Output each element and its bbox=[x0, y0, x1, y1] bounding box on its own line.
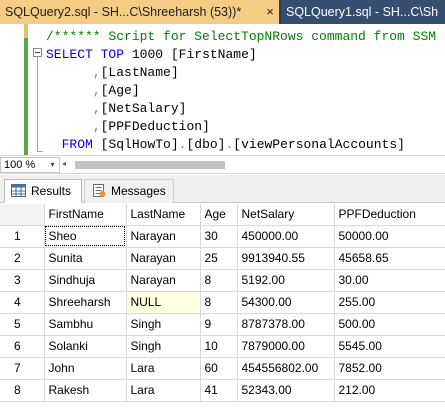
code-line-lastname: ,[LastName] bbox=[92, 65, 179, 80]
table-row[interactable]: 5 Sambhu Singh 9 8787378.00 500.00 bbox=[0, 313, 445, 336]
messages-icon bbox=[93, 184, 106, 197]
tab-label: SQLQuery1.sql - SH...C\Sh bbox=[286, 5, 439, 19]
column-header[interactable]: FirstName bbox=[44, 204, 127, 226]
row-number[interactable]: 6 bbox=[0, 335, 45, 358]
row-number[interactable]: 3 bbox=[0, 269, 45, 292]
table-cell[interactable]: 5192.00 bbox=[237, 269, 335, 292]
table-cell[interactable]: Sindhuja bbox=[44, 269, 127, 292]
table-cell[interactable]: Narayan bbox=[126, 225, 201, 248]
table-cell[interactable]: Sheo bbox=[44, 225, 127, 248]
table-row[interactable]: 7 John Lara 60 454556802.00 7852.00 bbox=[0, 357, 445, 380]
table-cell[interactable]: 10 bbox=[200, 335, 238, 358]
table-cell[interactable]: 9 bbox=[200, 313, 238, 336]
table-cell[interactable]: 8787378.00 bbox=[237, 313, 335, 336]
table-cell[interactable]: Singh bbox=[126, 335, 201, 358]
table-cell[interactable]: 500.00 bbox=[334, 313, 445, 336]
table-cell[interactable]: 41 bbox=[200, 379, 238, 402]
close-icon[interactable]: × bbox=[263, 0, 277, 24]
row-number[interactable]: 7 bbox=[0, 357, 45, 380]
table-row[interactable]: 2 Sunita Narayan 25 9913940.55 45658.65 bbox=[0, 247, 445, 270]
table-cell[interactable]: Sambhu bbox=[44, 313, 127, 336]
table-cell[interactable]: 30.00 bbox=[334, 269, 445, 292]
grid-header-row: FirstName LastName Age NetSalary PPFDedu… bbox=[0, 204, 445, 226]
zoom-value: 100 % bbox=[4, 159, 36, 171]
table-cell[interactable]: Narayan bbox=[126, 269, 201, 292]
tab-results-label: Results bbox=[31, 184, 72, 198]
code-line-netsalary: ,[NetSalary] bbox=[92, 101, 187, 116]
results-grid[interactable]: FirstName LastName Age NetSalary PPFDedu… bbox=[0, 204, 445, 402]
saved-change-marker bbox=[24, 38, 28, 155]
tab-label: SQLQuery2.sql - SH...C\Shreeharsh (53))* bbox=[5, 5, 242, 19]
outline-end bbox=[37, 151, 43, 152]
tab-sqlquery1[interactable]: SQLQuery1.sql - SH...C\Sh bbox=[281, 0, 445, 24]
table-cell[interactable]: 30 bbox=[200, 225, 238, 248]
code-line-age: ,[Age] bbox=[92, 83, 140, 98]
row-number[interactable]: 4 bbox=[0, 291, 45, 314]
column-header[interactable]: NetSalary bbox=[237, 204, 335, 226]
table-cell[interactable]: 454556802.00 bbox=[237, 357, 335, 380]
query-editor[interactable]: /****** Script for SelectTopNRows comman… bbox=[0, 24, 445, 156]
null-cell[interactable]: NULL bbox=[126, 291, 201, 314]
table-cell[interactable]: Singh bbox=[126, 313, 201, 336]
horizontal-scrollbar-thumb[interactable] bbox=[75, 161, 225, 169]
table-cell[interactable]: 25 bbox=[200, 247, 238, 270]
table-cell[interactable]: 60 bbox=[200, 357, 238, 380]
table-cell[interactable]: 9913940.55 bbox=[237, 247, 335, 270]
table-cell[interactable]: 212.00 bbox=[334, 379, 445, 402]
table-cell[interactable]: 52343.00 bbox=[237, 379, 335, 402]
tab-results[interactable]: Results bbox=[4, 179, 82, 203]
table-cell[interactable]: Sunita bbox=[44, 247, 127, 270]
zoom-select[interactable]: 100 % ▾ bbox=[0, 157, 60, 173]
scroll-left-icon[interactable]: ◂ bbox=[62, 159, 66, 168]
table-cell[interactable]: Lara bbox=[126, 379, 201, 402]
code-line-comment: /****** Script for SelectTopNRows comman… bbox=[46, 29, 437, 44]
table-cell[interactable]: Rakesh bbox=[44, 379, 127, 402]
table-row[interactable]: 3 Sindhuja Narayan 8 5192.00 30.00 bbox=[0, 269, 445, 292]
table-cell[interactable]: Narayan bbox=[126, 247, 201, 270]
table-row[interactable]: 4 Shreeharsh NULL 8 54300.00 255.00 bbox=[0, 291, 445, 314]
grid-corner[interactable] bbox=[0, 204, 45, 226]
results-panel: Results Messages FirstName LastName Age … bbox=[0, 175, 445, 415]
row-number[interactable]: 5 bbox=[0, 313, 45, 336]
editor-tab-strip: SQLQuery2.sql - SH...C\Shreeharsh (53))*… bbox=[0, 0, 445, 24]
results-tab-bar: Results Messages bbox=[0, 175, 445, 203]
table-cell[interactable]: 8 bbox=[200, 291, 238, 314]
collapse-toggle-icon[interactable] bbox=[33, 48, 42, 57]
row-number[interactable]: 2 bbox=[0, 247, 45, 270]
table-cell[interactable]: 450000.00 bbox=[237, 225, 335, 248]
table-cell[interactable]: John bbox=[44, 357, 127, 380]
column-header[interactable]: LastName bbox=[126, 204, 201, 226]
table-cell[interactable]: 5545.00 bbox=[334, 335, 445, 358]
table-cell[interactable]: Solanki bbox=[44, 335, 127, 358]
table-cell[interactable]: 50000.00 bbox=[334, 225, 445, 248]
code-line-select: SELECT TOP 1000 [FirstName] bbox=[46, 47, 257, 62]
table-cell[interactable]: 7852.00 bbox=[334, 357, 445, 380]
unsaved-change-marker bbox=[24, 24, 28, 38]
table-cell[interactable]: 45658.65 bbox=[334, 247, 445, 270]
column-header[interactable]: PPFDeduction bbox=[334, 204, 445, 226]
column-header[interactable]: Age bbox=[200, 204, 238, 226]
grid-icon bbox=[11, 184, 26, 197]
table-cell[interactable]: Shreeharsh bbox=[44, 291, 127, 314]
table-row[interactable]: 8 Rakesh Lara 41 52343.00 212.00 bbox=[0, 379, 445, 402]
table-row[interactable]: 1 Sheo Narayan 30 450000.00 50000.00 bbox=[0, 225, 445, 248]
tab-messages[interactable]: Messages bbox=[84, 179, 174, 203]
outline-line bbox=[37, 57, 38, 152]
table-cell[interactable]: 54300.00 bbox=[237, 291, 335, 314]
row-number[interactable]: 1 bbox=[0, 225, 45, 248]
table-cell[interactable]: 8 bbox=[200, 269, 238, 292]
tab-sqlquery2[interactable]: SQLQuery2.sql - SH...C\Shreeharsh (53))* bbox=[0, 0, 279, 24]
code-line-ppf: ,[PPFDeduction] bbox=[92, 119, 210, 134]
tab-messages-label: Messages bbox=[111, 184, 166, 198]
table-cell[interactable]: 7879000.00 bbox=[237, 335, 335, 358]
table-cell[interactable]: Lara bbox=[126, 357, 201, 380]
chevron-down-icon[interactable]: ▾ bbox=[46, 158, 59, 172]
code-line-from: FROM [SqlHowTo].[dbo].[viewPersonalAccou… bbox=[61, 137, 405, 152]
zoom-bar: 100 % ▾ ◂ bbox=[0, 156, 445, 174]
table-cell[interactable]: 255.00 bbox=[334, 291, 445, 314]
table-row[interactable]: 6 Solanki Singh 10 7879000.00 5545.00 bbox=[0, 335, 445, 358]
row-number[interactable]: 8 bbox=[0, 379, 45, 402]
